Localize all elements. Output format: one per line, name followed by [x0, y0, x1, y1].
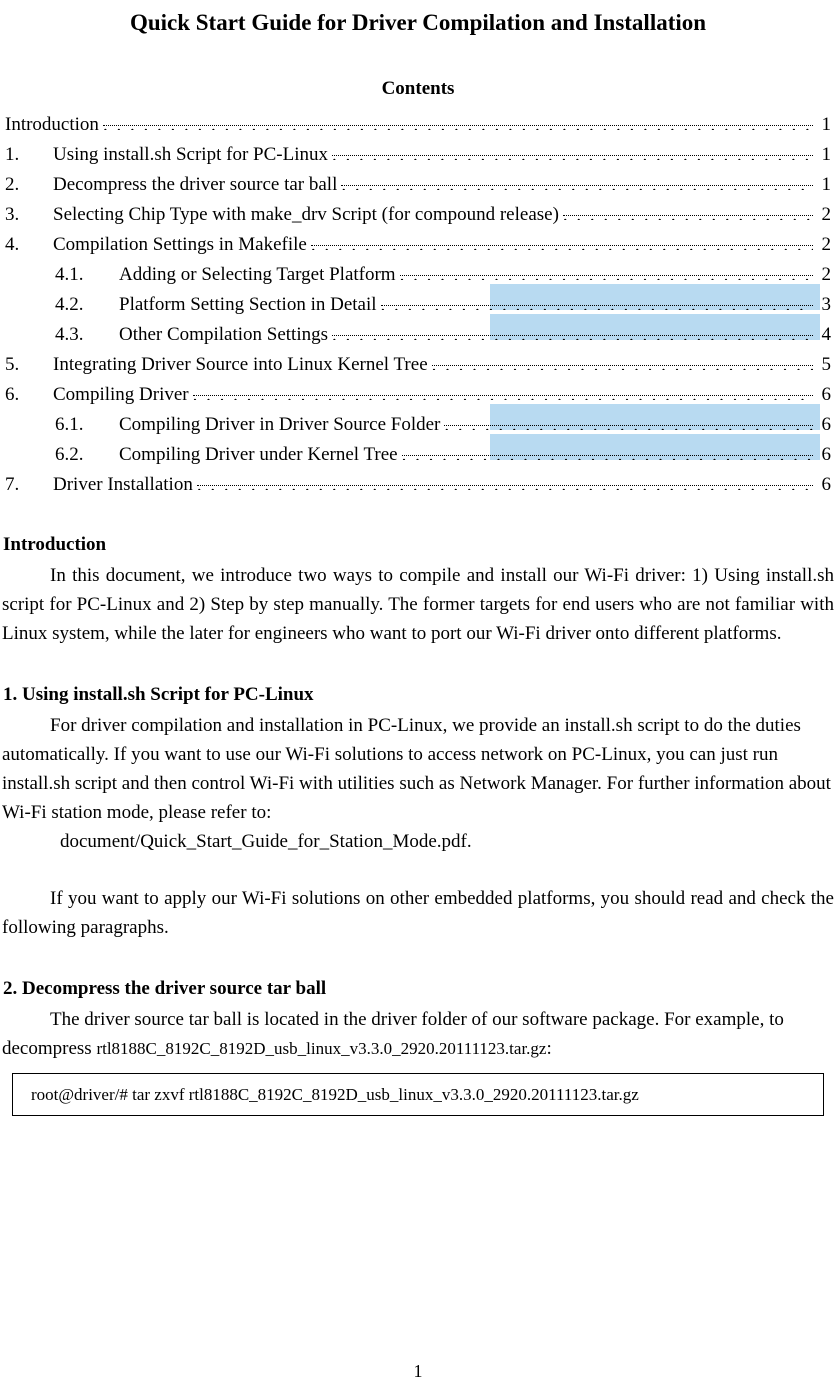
toc-label: Decompress the driver source tar ball: [53, 170, 337, 200]
section-2-heading: 2. Decompress the driver source tar ball: [3, 974, 836, 1003]
toc-leader-dots: . . . . . . . . . . . . . . . . . . . . …: [400, 261, 813, 280]
toc-page: 2: [817, 230, 831, 260]
toc-leader-dots: . . . . . . . . . . . . . . . . . . . . …: [103, 111, 813, 130]
toc-leader-dots: . . . . . . . . . . . . . . . . . . . . …: [193, 381, 813, 400]
toc-label: Compiling Driver in Driver Source Folder: [119, 410, 440, 440]
toc-page: 1: [817, 170, 831, 200]
section-1-paragraph-2: If you want to apply our Wi-Fi solutions…: [0, 884, 836, 942]
toc-label: Driver Installation: [53, 470, 193, 500]
section-2-paragraph-1: The driver source tar ball is located in…: [0, 1005, 836, 1063]
toc-entry[interactable]: 4.3.Other Compilation Settings . . . . .…: [5, 320, 831, 350]
toc-page: 2: [817, 200, 831, 230]
toc-label: Other Compilation Settings: [119, 320, 328, 350]
code-command-box: root@driver/# tar zxvf rtl8188C_8192C_81…: [12, 1073, 824, 1116]
toc-entry[interactable]: 5.Integrating Driver Source into Linux K…: [5, 350, 831, 380]
toc-number: 6.1.: [55, 410, 119, 440]
table-of-contents: Introduction . . . . . . . . . . . . . .…: [0, 110, 836, 500]
section-2-filename: rtl8188C_8192C_8192D_usb_linux_v3.3.0_29…: [96, 1039, 546, 1058]
toc-label: Using install.sh Script for PC-Linux: [53, 140, 328, 170]
toc-number: 4.2.: [55, 290, 119, 320]
toc-number: 6.: [5, 380, 53, 410]
toc-leader-dots: . . . . . . . . . . . . . . . . . . . . …: [402, 441, 813, 460]
section-2-paragraph-1b: :: [546, 1038, 551, 1059]
section-1-heading: 1. Using install.sh Script for PC-Linux: [3, 680, 836, 709]
toc-leader-dots: . . . . . . . . . . . . . . . . . . . . …: [341, 171, 813, 190]
section-1-paragraph-1: For driver compilation and installation …: [0, 711, 836, 827]
toc-label: Introduction: [5, 110, 99, 140]
toc-number: 4.3.: [55, 320, 119, 350]
toc-entry[interactable]: 4.Compilation Settings in Makefile . . .…: [5, 230, 831, 260]
toc-label: Selecting Chip Type with make_drv Script…: [53, 200, 559, 230]
toc-label: Integrating Driver Source into Linux Ker…: [53, 350, 428, 380]
toc-label: Platform Setting Section in Detail: [119, 290, 377, 320]
toc-leader-dots: . . . . . . . . . . . . . . . . . . . . …: [432, 351, 813, 370]
toc-number: 1.: [5, 140, 53, 170]
toc-page: 1: [817, 140, 831, 170]
toc-number: 3.: [5, 200, 53, 230]
toc-number: 6.2.: [55, 440, 119, 470]
toc-number: 7.: [5, 470, 53, 500]
toc-page: 6: [817, 470, 831, 500]
toc-entry[interactable]: 1.Using install.sh Script for PC-Linux .…: [5, 140, 831, 170]
toc-label: Compiling Driver: [53, 380, 189, 410]
toc-number: 4.: [5, 230, 53, 260]
toc-entry[interactable]: 3.Selecting Chip Type with make_drv Scri…: [5, 200, 831, 230]
section-1-reference: document/Quick_Start_Guide_for_Station_M…: [0, 827, 836, 856]
toc-number: 5.: [5, 350, 53, 380]
toc-number: 4.1.: [55, 260, 119, 290]
page-number: 1: [0, 1361, 836, 1382]
page-title: Quick Start Guide for Driver Compilation…: [0, 10, 836, 36]
intro-heading: Introduction: [3, 530, 836, 559]
toc-label: Compiling Driver under Kernel Tree: [119, 440, 398, 470]
toc-entry[interactable]: 6.2.Compiling Driver under Kernel Tree .…: [5, 440, 831, 470]
toc-leader-dots: . . . . . . . . . . . . . . . . . . . . …: [332, 321, 813, 340]
toc-leader-dots: . . . . . . . . . . . . . . . . . . . . …: [332, 141, 813, 160]
contents-heading: Contents: [0, 78, 836, 100]
intro-paragraph: In this document, we introduce two ways …: [0, 561, 836, 648]
code-command: root@driver/# tar zxvf rtl8188C_8192C_81…: [31, 1085, 639, 1104]
toc-label: Compilation Settings in Makefile: [53, 230, 307, 260]
toc-page: 5: [817, 350, 831, 380]
toc-number: 2.: [5, 170, 53, 200]
toc-page: 1: [817, 110, 831, 140]
toc-entry[interactable]: 2.Decompress the driver source tar ball …: [5, 170, 831, 200]
toc-leader-dots: . . . . . . . . . . . . . . . . . . . . …: [381, 291, 813, 310]
toc-leader-dots: . . . . . . . . . . . . . . . . . . . . …: [311, 231, 813, 250]
toc-leader-dots: . . . . . . . . . . . . . . . . . . . . …: [563, 201, 813, 220]
toc-leader-dots: . . . . . . . . . . . . . . . . . . . . …: [444, 411, 813, 430]
toc-entry[interactable]: Introduction . . . . . . . . . . . . . .…: [5, 110, 831, 140]
toc-entry[interactable]: 7.Driver Installation . . . . . . . . . …: [5, 470, 831, 500]
toc-leader-dots: . . . . . . . . . . . . . . . . . . . . …: [197, 471, 813, 490]
toc-label: Adding or Selecting Target Platform: [119, 260, 396, 290]
